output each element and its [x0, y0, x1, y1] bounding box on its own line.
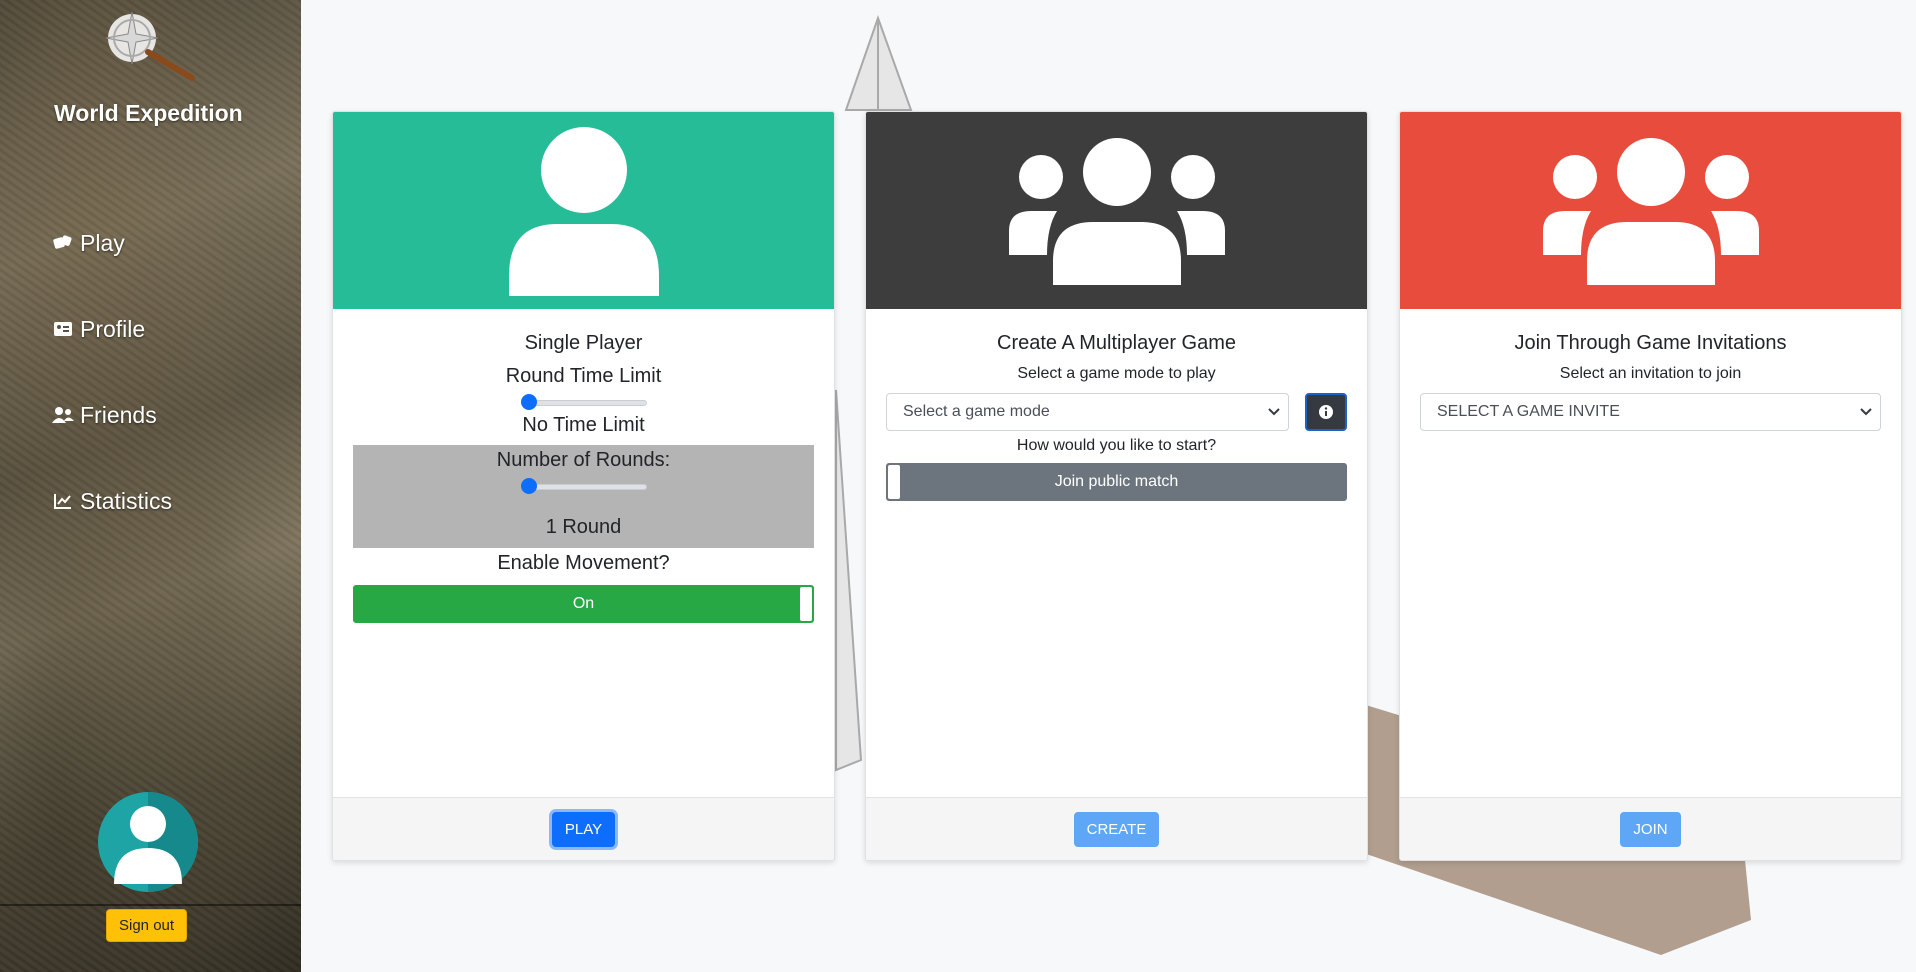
sidebar-item-label: Play — [80, 229, 125, 256]
toggle-label: Join public match — [1054, 473, 1179, 490]
rounds-section: Number of Rounds: 1 Round — [353, 445, 814, 548]
multiplayer-card: Create A Multiplayer Game Select a game … — [865, 111, 1368, 861]
slider-thumb[interactable] — [520, 394, 537, 410]
rounds-value: 1 Round — [545, 516, 622, 538]
sidebar-item-label: Friends — [80, 401, 157, 428]
card-footer: JOIN — [1400, 797, 1901, 860]
card-header — [333, 112, 834, 309]
info-button[interactable] — [1305, 393, 1347, 431]
invite-prompt: Select an invitation to join — [1559, 365, 1742, 382]
sidebar-item-profile[interactable]: Profile — [52, 286, 172, 372]
game-invite-select[interactable]: SELECT A GAME INVITE — [1420, 393, 1881, 431]
time-limit-slider[interactable] — [520, 394, 647, 410]
toggle-knob — [800, 587, 812, 621]
sidebar-nav: Play Profile Friends Statistics — [52, 200, 172, 544]
create-button[interactable]: CREATE — [1073, 811, 1160, 847]
card-title: Create A Multiplayer Game — [997, 332, 1236, 354]
avatar[interactable] — [98, 792, 198, 892]
sidebar-item-play[interactable]: Play — [52, 200, 172, 286]
single-player-card: Single Player Round Time Limit No Time L… — [332, 111, 835, 861]
card-footer: PLAY — [333, 797, 834, 860]
chevron-down-icon — [1860, 408, 1872, 416]
chevron-down-icon — [1268, 408, 1280, 416]
dice-icon — [52, 232, 74, 254]
id-card-icon — [52, 318, 74, 340]
card-body: Single Player Round Time Limit No Time L… — [333, 309, 834, 799]
join-button[interactable]: JOIN — [1620, 811, 1681, 847]
card-title: Join Through Game Invitations — [1514, 332, 1787, 354]
card-header — [1400, 112, 1901, 309]
logo-icon — [105, 11, 195, 81]
sidebar: World Expedition Play Profile Friends St… — [0, 0, 301, 972]
game-mode-prompt: Select a game mode to play — [1017, 365, 1216, 382]
sidebar-item-label: Profile — [80, 315, 146, 342]
movement-label: Enable Movement? — [497, 552, 670, 574]
chart-line-icon — [52, 490, 74, 512]
card-header — [866, 112, 1367, 309]
toggle-knob — [888, 465, 900, 499]
users-icon — [1542, 134, 1759, 287]
time-limit-value: No Time Limit — [522, 414, 645, 436]
sidebar-item-label: Statistics — [80, 487, 173, 514]
rounds-label: Number of Rounds: — [496, 449, 671, 471]
select-value: Select a game mode — [903, 403, 1050, 420]
start-prompt: How would you like to start? — [1016, 437, 1217, 454]
sidebar-item-statistics[interactable]: Statistics — [52, 458, 172, 544]
slider-track — [520, 484, 647, 490]
info-icon — [1319, 405, 1333, 419]
sidebar-item-friends[interactable]: Friends — [52, 372, 172, 458]
movement-toggle[interactable]: On — [353, 585, 814, 623]
game-mode-row: Select a game mode — [886, 393, 1347, 431]
game-mode-select[interactable]: Select a game mode — [886, 393, 1289, 431]
rounds-slider[interactable] — [520, 478, 647, 494]
slider-thumb[interactable] — [520, 478, 537, 494]
card-body: Join Through Game Invitations Select an … — [1400, 309, 1901, 799]
sign-out-button[interactable]: Sign out — [106, 909, 188, 942]
users-icon — [1008, 134, 1225, 287]
card-body: Create A Multiplayer Game Select a game … — [866, 309, 1367, 799]
start-mode-toggle[interactable]: Join public match — [886, 463, 1347, 501]
sidebar-divider — [0, 904, 301, 906]
slider-track — [520, 400, 647, 406]
users-icon — [52, 404, 74, 426]
select-value: SELECT A GAME INVITE — [1437, 403, 1620, 420]
join-card: Join Through Game Invitations Select an … — [1399, 111, 1902, 861]
time-limit-label: Round Time Limit — [505, 365, 662, 387]
brand-title[interactable]: World Expedition — [54, 100, 243, 127]
toggle-label: On — [572, 595, 595, 612]
card-footer: CREATE — [866, 797, 1367, 860]
play-button[interactable]: PLAY — [551, 811, 616, 847]
card-title: Single Player — [524, 332, 643, 354]
user-icon — [508, 126, 659, 296]
